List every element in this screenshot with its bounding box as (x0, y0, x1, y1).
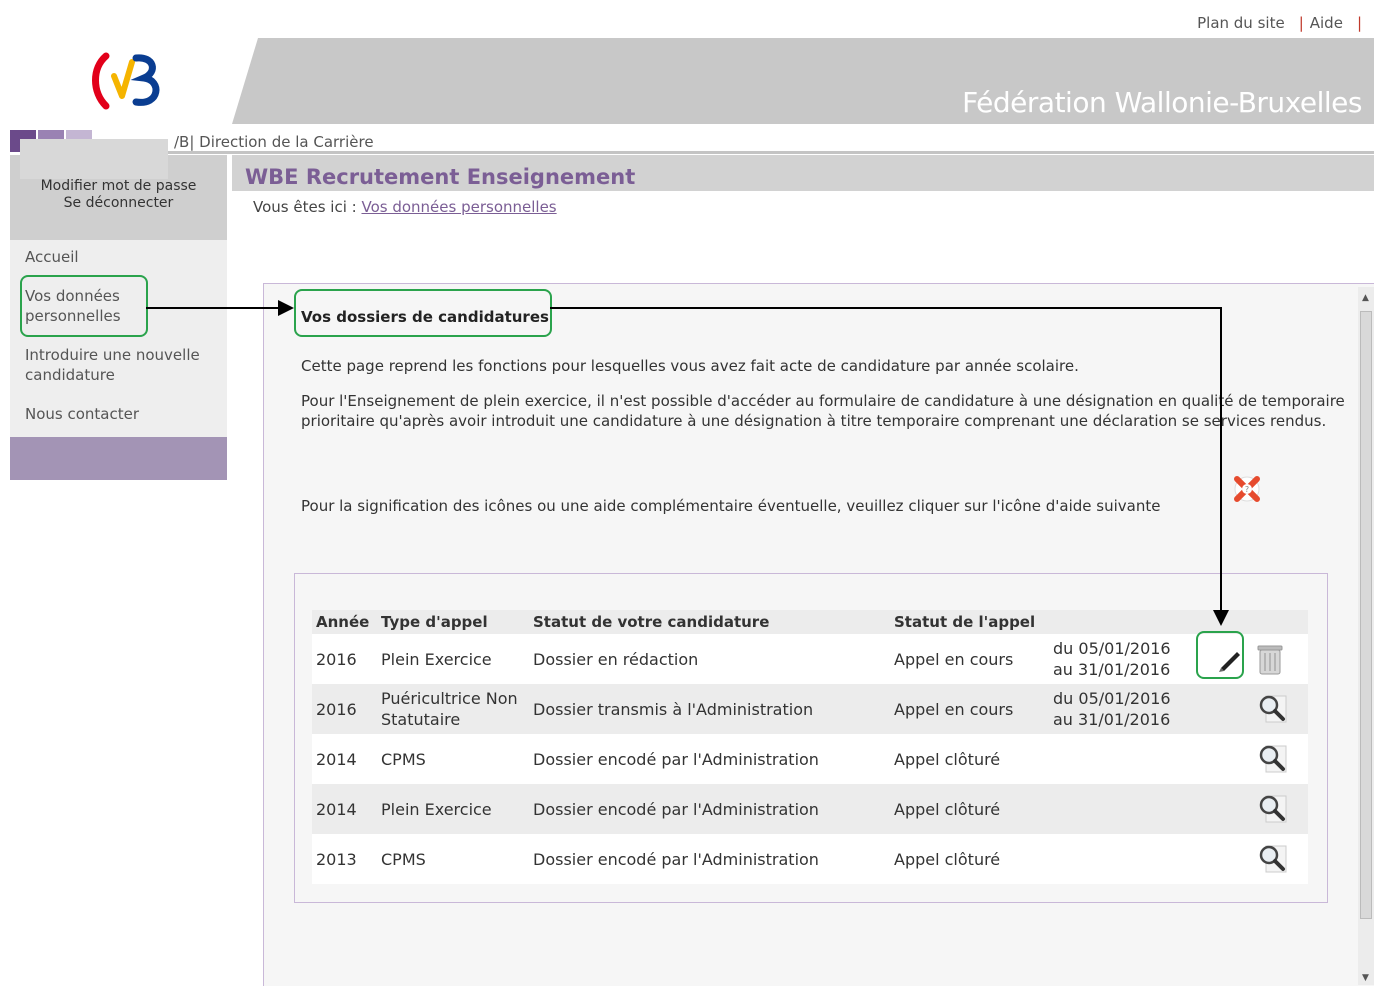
highlight-section-title (294, 289, 552, 337)
directorate-label: /B| Direction de la Carrière (174, 133, 374, 151)
cell-call-status: Appel clôturé (890, 784, 1049, 834)
help-lifebuoy-icon[interactable]: ? (1232, 474, 1262, 504)
cell-type: Plein Exercice (377, 784, 529, 834)
header-type: Type d'appel (377, 610, 529, 634)
scrollbar-thumb[interactable] (1360, 311, 1372, 919)
magnifier-icon[interactable] (1256, 742, 1290, 776)
arrow-head-right-icon (278, 300, 294, 316)
svg-text:?: ? (1245, 485, 1249, 494)
cell-year: 2014 (312, 734, 377, 784)
header-status: Statut de votre candidature (529, 610, 890, 634)
highlight-nav-personal-data (20, 275, 148, 337)
help-link[interactable]: Aide (1310, 14, 1343, 32)
nav-item-contact[interactable]: Nous contacter (25, 404, 139, 424)
sidebar-footer (10, 437, 227, 480)
arrow-line (550, 307, 1222, 309)
cell-call-status: Appel clôturé (890, 834, 1049, 884)
cell-type: Plein Exercice (377, 634, 529, 684)
separator: | (1298, 14, 1304, 32)
highlight-edit-icon (1196, 631, 1244, 679)
help-text: Pour la signification des icônes ou une … (301, 497, 1161, 515)
breadcrumb-prefix: Vous êtes ici : (253, 198, 357, 216)
sidebar-nav: Accueil Vos données personnelles Introdu… (10, 240, 227, 437)
cell-year: 2016 (312, 684, 377, 734)
cell-period: du 05/01/2016 au 31/01/2016 (1049, 634, 1194, 684)
cell-status: Dossier en rédaction (529, 634, 890, 684)
nav-item-new-application[interactable]: Introduire une nouvelle candidature (25, 345, 225, 385)
fwb-logo[interactable] (88, 50, 168, 112)
table-row: 2016 Plein Exercice Dossier en rédaction… (312, 634, 1308, 684)
table-row: 2016 Puéricultrice Non Statutaire Dossie… (312, 684, 1308, 734)
scrollbar[interactable]: ▲ ▼ (1358, 287, 1374, 985)
cell-period: du 05/01/2016 au 31/01/2016 (1049, 684, 1194, 734)
trash-icon[interactable] (1256, 642, 1284, 676)
header-year: Année (312, 610, 377, 634)
cell-period (1049, 734, 1194, 784)
table-row: 2014 Plein Exercice Dossier encodé par l… (312, 784, 1308, 834)
cell-actions (1194, 834, 1308, 884)
cell-status: Dossier transmis à l'Administration (529, 684, 890, 734)
cell-call-status: Appel clôturé (890, 734, 1049, 784)
cell-year: 2014 (312, 784, 377, 834)
nav-item-home[interactable]: Accueil (25, 247, 79, 267)
cell-status: Dossier encodé par l'Administration (529, 734, 890, 784)
info-text: Pour l'Enseignement de plein exercice, i… (301, 392, 1345, 430)
cell-period (1049, 784, 1194, 834)
federation-title: Fédération Wallonie-Bruxelles (962, 86, 1362, 119)
user-panel: Modifier mot de passe Se déconnecter (10, 139, 227, 240)
table-row: 2013 CPMS Dossier encodé par l'Administr… (312, 834, 1308, 884)
magnifier-icon[interactable] (1256, 792, 1290, 826)
table-row: 2014 CPMS Dossier encodé par l'Administr… (312, 734, 1308, 784)
intro-text: Cette page reprend les fonctions pour le… (301, 357, 1079, 375)
cell-year: 2013 (312, 834, 377, 884)
magnifier-icon[interactable] (1256, 692, 1290, 726)
cell-status: Dossier encodé par l'Administration (529, 834, 890, 884)
cell-type: CPMS (377, 734, 529, 784)
cell-call-status: Appel en cours (890, 684, 1049, 734)
site-map-link[interactable]: Plan du site (1197, 14, 1285, 32)
arrow-head-down-icon (1213, 610, 1229, 626)
logout-link[interactable]: Se déconnecter (10, 195, 227, 211)
cell-type: Puéricultrice Non Statutaire (377, 684, 529, 734)
arrow-line (146, 307, 280, 309)
separator: | (1356, 14, 1362, 32)
cell-actions (1194, 684, 1308, 734)
cell-type: CPMS (377, 834, 529, 884)
breadcrumb: Vous êtes ici : Vos données personnelles (253, 198, 557, 216)
applications-table: Année Type d'appel Statut de votre candi… (312, 610, 1308, 884)
cell-call-status: Appel en cours (890, 634, 1049, 684)
cell-actions (1194, 734, 1308, 784)
change-password-link[interactable]: Modifier mot de passe (10, 178, 227, 194)
breadcrumb-link[interactable]: Vos données personnelles (361, 198, 556, 216)
header-call-status: Statut de l'appel (890, 610, 1049, 634)
top-links: Plan du site | Aide | (1197, 14, 1368, 32)
redacted-username (20, 139, 168, 179)
cell-status: Dossier encodé par l'Administration (529, 784, 890, 834)
cell-period (1049, 834, 1194, 884)
page-title: WBE Recrutement Enseignement (245, 165, 636, 189)
table-header: Année Type d'appel Statut de votre candi… (312, 610, 1308, 634)
arrow-line (1220, 307, 1222, 612)
cell-actions (1194, 784, 1308, 834)
cell-year: 2016 (312, 634, 377, 684)
magnifier-icon[interactable] (1256, 842, 1290, 876)
